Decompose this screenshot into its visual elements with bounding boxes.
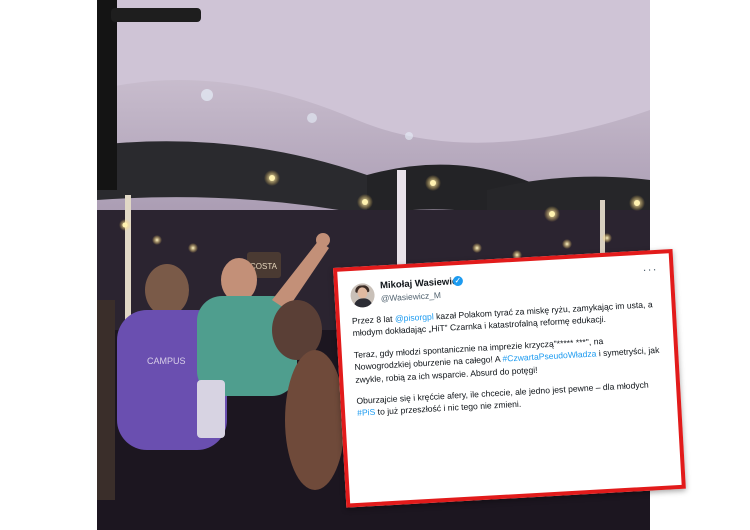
tweet-paragraph-2: Teraz, gdy młodzi spontanicznie na impre… [353,335,660,385]
shirt-text: CAMPUS [147,356,186,366]
more-options-icon[interactable]: ··· [642,262,658,277]
author-handle[interactable]: @Wasiewicz_M [380,290,441,303]
tweet-paragraph-3: Oburzajcie się i kręćcie afery, ile chce… [356,379,649,419]
hashtag-link[interactable]: #PiS [357,407,376,418]
tweet-text: Przez 8 lat @pisorgpl kazał Polakom tyra… [347,294,667,420]
mention-link[interactable]: @pisorgpl [395,311,434,323]
hashtag-link[interactable]: #CzwartaPseudoWładza [502,349,597,364]
tweet-screenshot-card: Mikołaj Wasiewicz ✓ @Wasiewicz_M ··· Prz… [333,249,686,508]
avatar[interactable] [349,282,376,309]
author-name[interactable]: Mikołaj Wasiewicz [380,276,463,292]
